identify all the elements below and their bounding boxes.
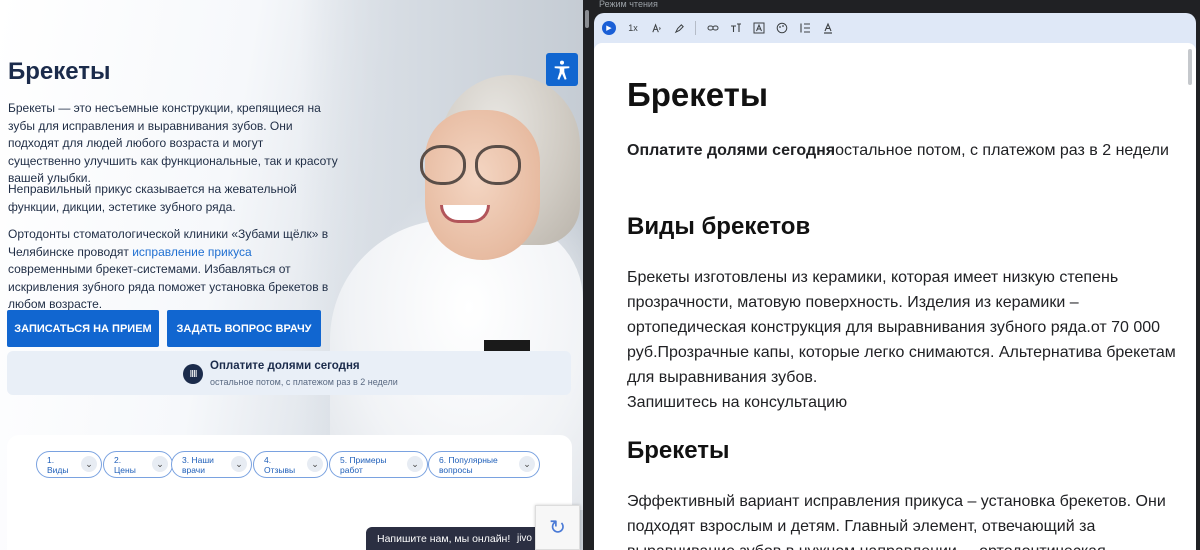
text-size-icon[interactable]	[727, 19, 745, 37]
reader-header-title: Режим чтения	[599, 0, 658, 9]
chevron-down-icon: ⌄	[152, 456, 168, 472]
palette-icon[interactable]	[773, 19, 791, 37]
tab-reviews[interactable]: 4. Отзывы ⌄	[253, 451, 328, 478]
reader-types-text: Брекеты изготовлены из керамики, которая…	[627, 269, 1176, 386]
speed-button[interactable]: 1x	[624, 19, 642, 37]
reader-installment-rest: остальное потом, с платежом раз в 2 неде…	[835, 142, 1169, 159]
text-color-icon[interactable]	[819, 19, 837, 37]
line-spacing-icon[interactable]	[796, 19, 814, 37]
reader-braces-paragraph: Эффективный вариант исправления прикуса …	[627, 493, 1166, 550]
reader-types-paragraph: Брекеты изготовлены из керамики, которая…	[627, 265, 1182, 415]
link-icon[interactable]	[704, 19, 722, 37]
reader-toolbar: ▶ 1x	[602, 19, 842, 37]
recaptcha-icon[interactable]: ↻	[535, 505, 580, 550]
chevron-down-icon: ⌄	[81, 456, 97, 472]
tab-label: 6. Популярные вопросы	[439, 455, 498, 475]
toolbar-separator	[695, 21, 696, 35]
book-appointment-button[interactable]: Записаться на прием	[7, 310, 159, 347]
doctor-glasses-image	[420, 145, 525, 190]
ask-doctor-button[interactable]: Задать вопрос врачу	[167, 310, 321, 347]
tab-label: 5. Примеры работ	[340, 455, 387, 475]
reader-consultation-cta: Запишитесь на консультацию	[627, 394, 848, 411]
voice-icon[interactable]	[647, 19, 665, 37]
chevron-down-icon: ⌄	[307, 456, 323, 472]
chevron-down-icon: ⌄	[407, 456, 423, 472]
reader-section-heading-2: Брекеты	[627, 437, 730, 464]
tab-label: 4. Отзывы	[264, 455, 296, 475]
bite-paragraph: Неправильный прикус сказывается на жеват…	[8, 182, 297, 214]
chat-widget[interactable]: Напишите нам, мы онлайн! jivo	[366, 527, 550, 550]
tab-label: 2. Цены	[114, 455, 136, 475]
reader-header: Режим чтения	[591, 0, 1200, 9]
reader-scrollbar[interactable]	[1188, 49, 1192, 85]
reader-heading: Брекеты	[627, 76, 769, 113]
font-icon[interactable]	[750, 19, 768, 37]
tab-prices[interactable]: 2. Цены ⌄	[103, 451, 173, 478]
chevron-down-icon: ⌄	[231, 456, 247, 472]
tab-types[interactable]: 1. Виды ⌄	[36, 451, 102, 478]
split-divider[interactable]	[583, 0, 591, 550]
tab-doctors[interactable]: 3. Наши врачи ⌄	[171, 451, 252, 478]
website-page: Брекеты Брекеты — это несъемные конструк…	[0, 0, 583, 550]
chat-brand: jivo	[516, 533, 532, 544]
tab-label: 1. Виды	[47, 455, 69, 475]
play-icon[interactable]: ▶	[602, 21, 616, 35]
tab-examples[interactable]: 5. Примеры работ ⌄	[329, 451, 428, 478]
clinic-paragraph: Ортодонты стоматологической клиники «Зуб…	[8, 226, 338, 314]
highlight-icon[interactable]	[670, 19, 688, 37]
page-title: Брекеты	[8, 58, 111, 85]
tab-faq[interactable]: 6. Популярные вопросы ⌄	[428, 451, 540, 478]
reader-installment-text: Оплатите долями сегодняостальное потом, …	[627, 138, 1182, 163]
installment-icon: IIII	[183, 364, 203, 384]
installment-title: Оплатите долями сегодня	[210, 360, 360, 372]
reader-section-heading: Виды брекетов	[627, 213, 811, 240]
installment-subtitle: остальное потом, с платежом раз в 2 неде…	[210, 377, 398, 387]
reading-mode-panel: ▶ 1x Брекеты Оплатите долями сегодняоста…	[594, 13, 1196, 550]
reader-installment-bold: Оплатите долями сегодня	[627, 142, 836, 159]
divider-handle[interactable]	[585, 10, 589, 28]
bite-correction-link[interactable]: исправление прикуса	[132, 245, 251, 259]
clinic-text-end: современными брекет-системами. Избавлять…	[8, 262, 329, 311]
chevron-down-icon: ⌄	[519, 456, 535, 472]
chat-text: Напишите нам, мы онлайн!	[377, 533, 511, 545]
accessibility-icon[interactable]	[546, 53, 578, 86]
tab-label: 3. Наши врачи	[182, 455, 214, 475]
reader-document: Брекеты Оплатите долями сегодняостальное…	[594, 43, 1196, 550]
intro-paragraph: Брекеты — это несъемные конструкции, кре…	[8, 101, 338, 185]
installment-banner[interactable]: IIII Оплатите долями сегодня остальное п…	[7, 351, 571, 395]
